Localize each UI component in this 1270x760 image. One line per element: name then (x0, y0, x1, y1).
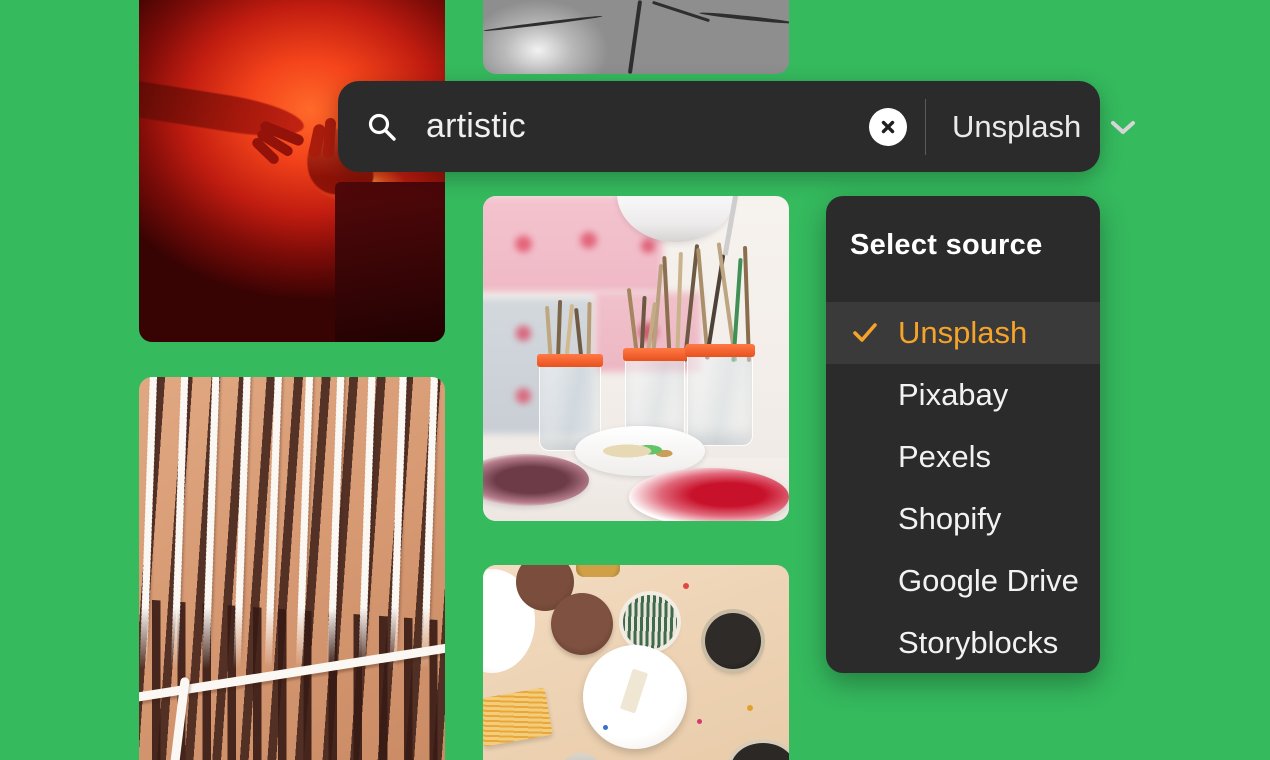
white-paint-tub (583, 645, 687, 749)
dropdown-item-pexels[interactable]: Pexels (826, 426, 1100, 488)
result-tile-white-wire-chair-shadow[interactable] (139, 377, 445, 760)
striped-paint-pot (623, 595, 677, 649)
paint-speck (747, 705, 753, 711)
gold-paint-tin (576, 565, 620, 577)
dropdown-item-unsplash[interactable]: Unsplash (826, 302, 1100, 364)
paint-palette-plate (629, 468, 789, 521)
dropdown-item-label: Google Drive (898, 563, 1079, 598)
dropdown-item-google-drive[interactable]: Google Drive (826, 550, 1100, 612)
dropdown-title: Select source (850, 229, 1043, 261)
dropdown-item-shopify[interactable]: Shopify (826, 488, 1100, 550)
clear-search-button[interactable] (869, 107, 907, 146)
orange-sponge (483, 687, 553, 747)
result-tile-artist-studio-brushes[interactable] (483, 196, 789, 521)
tub-label (619, 668, 649, 714)
brush-jar (687, 352, 753, 446)
stone-crack (483, 14, 603, 33)
dropdown-item-storyblocks[interactable]: Storyblocks (826, 612, 1100, 673)
dropdown-item-label: Shopify (898, 501, 1002, 536)
search-input[interactable] (426, 107, 869, 146)
chevron-down-icon (1109, 118, 1137, 136)
dropdown-item-list: Unsplash Pixabay Pexels Shopify Google D… (826, 290, 1100, 673)
source-dropdown-menu: Select source Unsplash Pixabay Pexels Sh… (826, 196, 1100, 673)
jar-lid (685, 344, 755, 357)
dropdown-item-label: Unsplash (898, 315, 1028, 350)
jar-lid (537, 354, 603, 367)
source-selector[interactable]: Unsplash (926, 109, 1167, 145)
brown-paint-pot (551, 593, 613, 655)
result-tile-black-white-stone-texture[interactable] (483, 0, 789, 74)
dropdown-item-label: Storyblocks (898, 625, 1059, 660)
check-icon (850, 318, 880, 348)
dark-ledge (335, 182, 445, 342)
paint-speck (683, 583, 689, 589)
jar-lid (623, 348, 687, 361)
source-selector-label: Unsplash (952, 108, 1082, 144)
stone-crack (699, 10, 789, 26)
stone-crack (627, 0, 643, 74)
metal-tin (557, 753, 605, 760)
paint-speck (603, 725, 608, 730)
close-icon (881, 120, 895, 133)
black-paint-pot (705, 613, 761, 669)
search-bar[interactable]: Unsplash (338, 81, 1136, 172)
dropdown-item-pixabay[interactable]: Pixabay (826, 364, 1100, 426)
dropdown-item-label: Pixabay (898, 377, 1009, 412)
result-tile-paint-pots-overhead[interactable] (483, 565, 789, 760)
dropdown-item-label: Pexels (898, 439, 992, 474)
paint-speck (697, 719, 702, 724)
search-icon (366, 111, 398, 143)
black-paint-pot (731, 743, 789, 760)
